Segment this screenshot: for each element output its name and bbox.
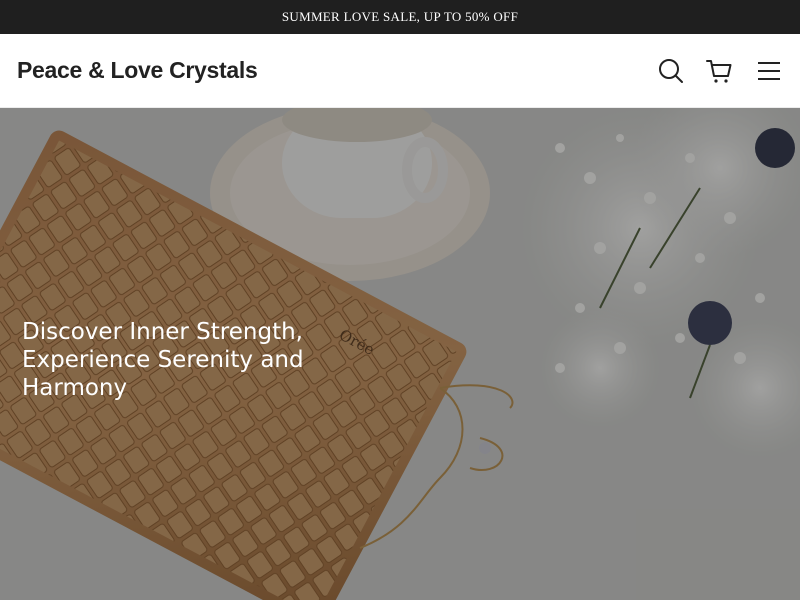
site-logo[interactable]: Peace & Love Crystals [17, 57, 258, 84]
cart-button[interactable] [704, 56, 734, 86]
hero-banner: Orée Discover Inner Strength, Experience… [0, 108, 800, 600]
announcement-bar: SUMMER LOVE SALE, UP TO 50% OFF [0, 0, 800, 34]
search-icon [659, 59, 683, 83]
announcement-text: SUMMER LOVE SALE, UP TO 50% OFF [281, 9, 519, 24]
cart-icon [706, 60, 732, 83]
hero-heading: Discover Inner Strength, Experience Sere… [22, 319, 304, 401]
menu-icon [758, 62, 780, 80]
menu-button[interactable] [754, 56, 784, 86]
search-button[interactable] [656, 56, 686, 86]
site-header: Peace & Love Crystals [0, 34, 800, 108]
